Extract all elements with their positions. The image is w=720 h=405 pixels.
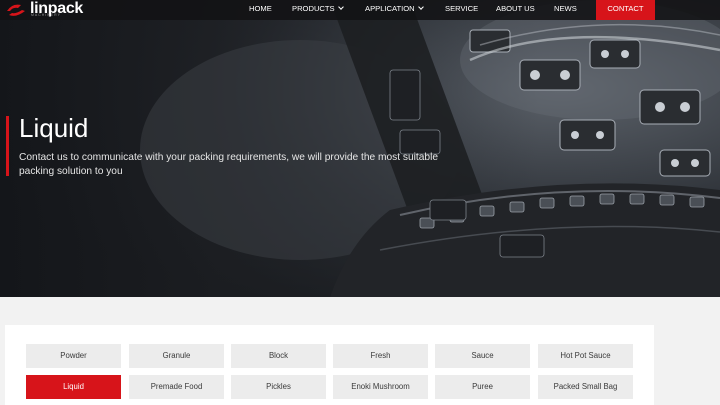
nav-label: ABOUT US	[496, 4, 535, 13]
nav-label: CONTACT	[607, 4, 644, 13]
category-fresh[interactable]: Fresh	[333, 344, 428, 368]
machine-background-image	[140, 0, 720, 297]
category-granule[interactable]: Granule	[129, 344, 224, 368]
category-liquid[interactable]: Liquid	[26, 375, 121, 399]
top-navigation-bar: linpack MACHINERY HOME PRODUCTS APPLICAT…	[0, 0, 720, 20]
contact-button[interactable]: CONTACT	[596, 0, 655, 20]
hero-accent-bar	[6, 116, 9, 176]
linpack-logo-icon	[7, 4, 25, 16]
nav-label: NEWS	[554, 4, 577, 13]
category-powder[interactable]: Powder	[26, 344, 121, 368]
chevron-down-icon	[337, 4, 344, 10]
hero-banner	[0, 0, 720, 297]
category-enoki-mushroom[interactable]: Enoki Mushroom	[333, 375, 428, 399]
nav-item-service[interactable]: SERVICE	[445, 0, 478, 20]
chevron-down-icon	[417, 4, 424, 10]
category-premade-food[interactable]: Premade Food	[129, 375, 224, 399]
nav-item-home[interactable]: HOME	[249, 0, 272, 20]
brand-logo[interactable]: linpack MACHINERY	[5, 0, 83, 20]
brand-tagline: MACHINERY	[31, 13, 61, 17]
nav-item-application[interactable]: APPLICATION	[365, 0, 424, 20]
category-packed-small-bag[interactable]: Packed Small Bag	[538, 375, 633, 399]
category-sauce[interactable]: Sauce	[435, 344, 530, 368]
category-puree[interactable]: Puree	[435, 375, 530, 399]
nav-item-products[interactable]: PRODUCTS	[292, 0, 344, 20]
nav-label: PRODUCTS	[292, 4, 335, 13]
nav-label: APPLICATION	[365, 4, 415, 13]
category-panel: Powder Granule Block Fresh Sauce Hot Pot…	[5, 325, 654, 405]
nav-item-news[interactable]: NEWS	[554, 0, 577, 20]
category-block[interactable]: Block	[231, 344, 326, 368]
hero-description: Contact us to communicate with your pack…	[19, 152, 439, 177]
nav-label: HOME	[249, 4, 272, 13]
page-title: Liquid	[19, 113, 89, 143]
nav-label: SERVICE	[445, 4, 479, 13]
nav-item-about-us[interactable]: ABOUT US	[496, 0, 535, 20]
category-pickles[interactable]: Pickles	[231, 375, 326, 399]
category-hot-pot-sauce[interactable]: Hot Pot Sauce	[538, 344, 633, 368]
